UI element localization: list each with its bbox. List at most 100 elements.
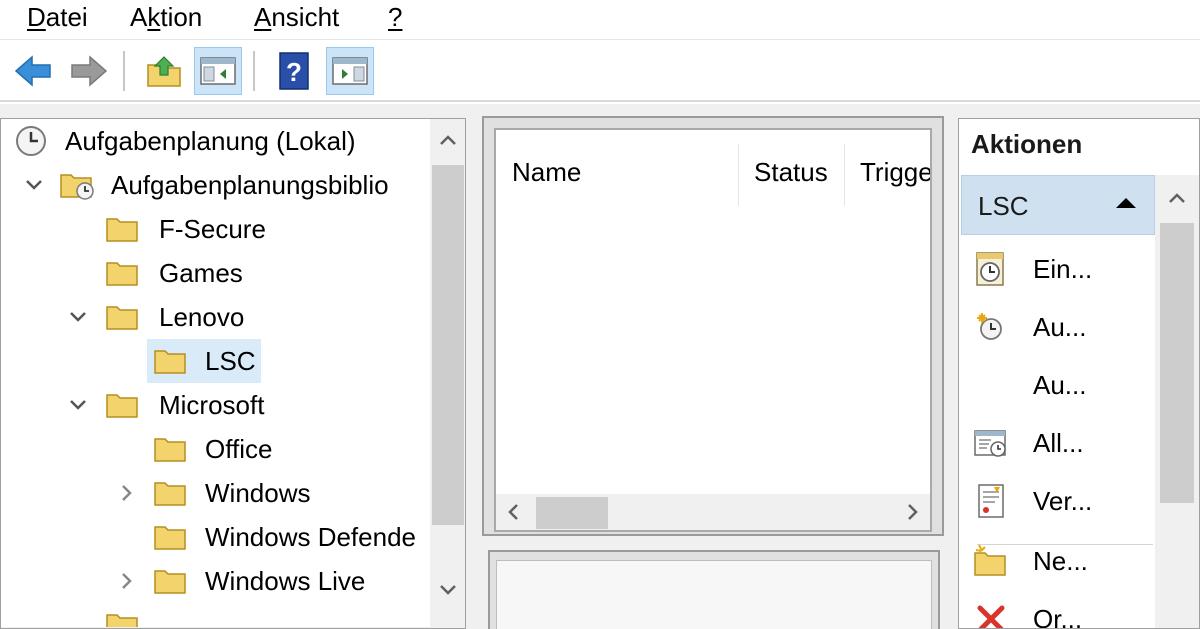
- chevron-up-icon: [1169, 193, 1185, 203]
- actions-group-label: LSC: [978, 191, 1029, 221]
- task-list-frame: Name Status Trigge: [482, 116, 944, 536]
- tree-item-games[interactable]: Games: [1, 253, 431, 293]
- folder-clock-icon: [60, 174, 94, 200]
- tree-item-aufgabenplanung-lokal[interactable]: Aufgabenplanung (Lokal): [1, 121, 431, 161]
- console-tree[interactable]: Aufgabenplanung (Lokal) Aufgabenplanungs…: [0, 118, 466, 629]
- task-details-frame: [488, 550, 940, 629]
- scroll-thumb[interactable]: [1160, 223, 1194, 503]
- column-header-name[interactable]: Name: [512, 144, 581, 200]
- scroll-up-arrow[interactable]: [1159, 181, 1195, 217]
- tree-item-office[interactable]: Office: [1, 429, 431, 469]
- new-folder-icon: [974, 544, 1006, 576]
- forward-button[interactable]: [64, 47, 112, 95]
- chevron-right-icon[interactable]: [115, 570, 137, 592]
- tree-item-label: Windows Defende: [205, 522, 416, 552]
- menu-ansicht-accel: A: [254, 2, 272, 32]
- scroll-right-arrow[interactable]: [894, 494, 930, 530]
- delete-folder-icon: [977, 605, 1005, 628]
- chevron-down-icon[interactable]: [67, 394, 89, 416]
- scroll-down-arrow[interactable]: [430, 571, 465, 607]
- scroll-thumb[interactable]: [536, 497, 608, 529]
- tree-item-f-secure[interactable]: F-Secure: [1, 209, 431, 249]
- column-header-status[interactable]: Status: [754, 144, 828, 200]
- action-create-task[interactable]: Au...: [959, 299, 1155, 355]
- tree-item-lsc[interactable]: LSC: [1, 339, 431, 383]
- folder-up-icon: [147, 56, 181, 87]
- action-delete-folder[interactable]: Or...: [959, 591, 1155, 629]
- menu-ansicht[interactable]: Ansicht: [254, 0, 339, 34]
- scroll-up-arrow[interactable]: [430, 123, 465, 159]
- action-label: Ver...: [1033, 486, 1093, 516]
- actions-vertical-scrollbar[interactable]: [1155, 175, 1199, 628]
- action-import-task[interactable]: Au...: [959, 357, 1155, 413]
- folder-icon: [106, 218, 138, 242]
- clock-icon: [16, 126, 46, 156]
- forward-arrow-icon: [71, 55, 108, 87]
- action-label: Au...: [1033, 312, 1087, 342]
- tree-item-label: Games: [159, 258, 243, 288]
- menu-aktion-post: tion: [160, 2, 203, 32]
- collapse-triangle-icon[interactable]: [1116, 198, 1136, 208]
- menu-help-accel: ?: [388, 2, 403, 32]
- action-label: Au...: [1033, 370, 1087, 400]
- chevron-down-icon[interactable]: [23, 174, 45, 196]
- task-list-horizontal-scrollbar[interactable]: [496, 494, 930, 530]
- menu-datei-accel: D: [27, 2, 46, 32]
- menu-datei[interactable]: Datei: [27, 0, 88, 34]
- folder-icon: [106, 394, 138, 418]
- menu-aktion[interactable]: Aktion: [130, 0, 202, 34]
- tree-item-label: Aufgabenplanung (Lokal): [65, 126, 356, 156]
- create-basic-task-icon: [976, 252, 1004, 286]
- client-area: Aufgabenplanung (Lokal) Aufgabenplanungs…: [0, 104, 1200, 629]
- chevron-down-icon: [440, 585, 456, 595]
- back-arrow-icon: [14, 55, 51, 87]
- back-button[interactable]: [10, 47, 58, 95]
- chevron-down-icon[interactable]: [67, 306, 89, 328]
- tree-item-windows-defender[interactable]: Windows Defende: [1, 517, 431, 557]
- menu-ansicht-post: nsicht: [271, 2, 340, 32]
- tree-vertical-scrollbar[interactable]: [430, 119, 465, 628]
- up-one-level-button[interactable]: [140, 47, 188, 95]
- column-separator[interactable]: [844, 144, 845, 206]
- scroll-left-arrow[interactable]: [496, 494, 532, 530]
- column-header-trigger[interactable]: Trigge: [860, 144, 930, 200]
- action-label: Ne...: [1033, 546, 1088, 576]
- action-new-folder[interactable]: Ne...: [959, 533, 1155, 589]
- chevron-left-icon: [508, 504, 518, 520]
- tree-item-microsoft[interactable]: Microsoft: [1, 385, 431, 425]
- action-label: Or...: [1033, 604, 1083, 629]
- tree-item-windows[interactable]: Windows: [1, 473, 431, 513]
- toolbar-separator: [253, 51, 255, 91]
- column-separator[interactable]: [738, 144, 739, 206]
- tree-item-lenovo[interactable]: Lenovo: [1, 297, 431, 337]
- chevron-right-icon[interactable]: [115, 482, 137, 504]
- folder-icon: [106, 262, 138, 286]
- actions-pane-title: Aktionen: [971, 129, 1083, 159]
- tree-item-label: Windows: [205, 478, 311, 508]
- actions-group-header[interactable]: LSC: [961, 175, 1155, 235]
- scroll-thumb[interactable]: [432, 165, 464, 525]
- tree-item-aufgabenplanungsbibliothek[interactable]: Aufgabenplanungsbiblio: [1, 165, 431, 205]
- action-label: All...: [1033, 428, 1084, 458]
- action-display-all-running-tasks[interactable]: All...: [959, 415, 1155, 471]
- help-icon: ?: [279, 52, 309, 90]
- show-hide-console-tree-button[interactable]: [194, 47, 242, 95]
- menu-help[interactable]: ?: [388, 0, 402, 34]
- actions-pane: Aktionen LSC Ein... Au... Au... All... V…: [958, 118, 1200, 629]
- show-hide-console-tree-icon: [200, 57, 236, 85]
- help-button[interactable]: ?: [270, 47, 318, 95]
- task-list[interactable]: Name Status Trigge: [494, 128, 932, 532]
- tree-item-label: Aufgabenplanungsbiblio: [111, 170, 389, 200]
- tree-item-windows-live[interactable]: Windows Live: [1, 561, 431, 601]
- tree-item-label: Office: [205, 434, 273, 464]
- show-hide-action-pane-button[interactable]: [326, 47, 374, 95]
- toolbar-separator: [123, 51, 125, 91]
- chevron-up-icon: [440, 135, 456, 145]
- create-task-icon: [977, 313, 1002, 340]
- tree-item-label: LSC: [205, 346, 256, 376]
- svg-text:?: ?: [286, 57, 302, 87]
- action-create-basic-task[interactable]: Ein...: [959, 241, 1155, 297]
- menu-aktion-pre: A: [130, 2, 148, 32]
- action-enable-task-history[interactable]: Ver...: [959, 473, 1155, 529]
- folder-icon: [106, 306, 138, 330]
